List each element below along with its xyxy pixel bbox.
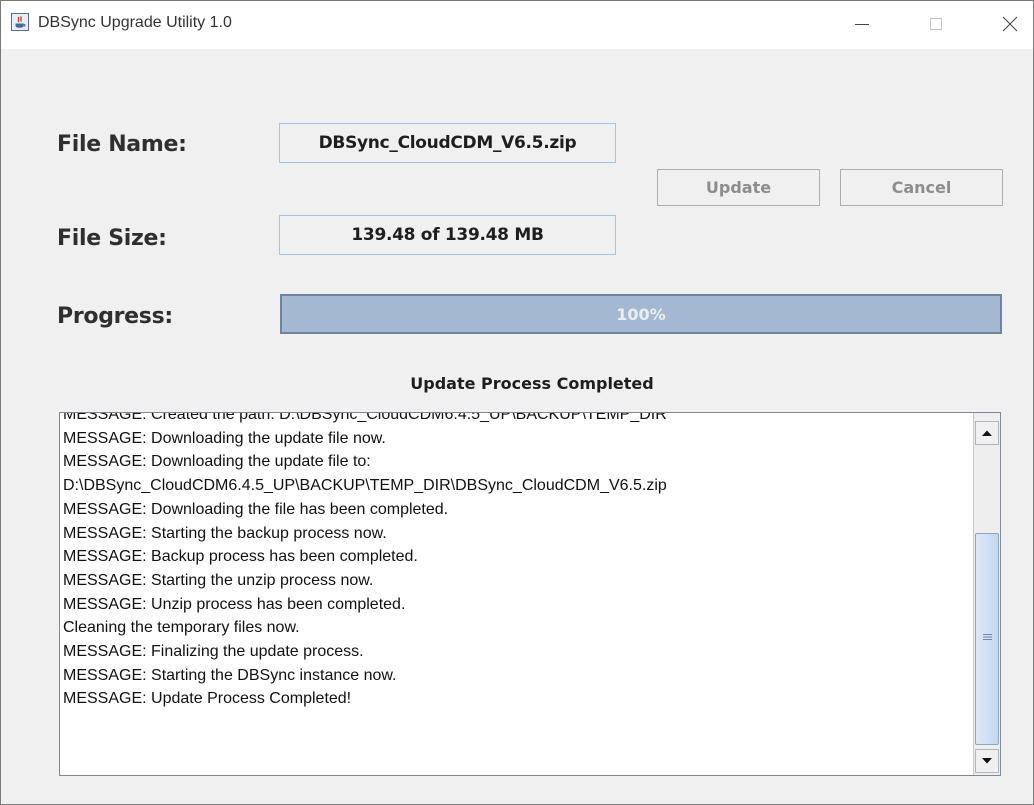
progress-bar: 100% <box>280 294 1002 334</box>
minimize-icon <box>855 24 869 25</box>
log-line: MESSAGE: Starting the DBSync instance no… <box>63 666 397 684</box>
app-window: DBSync Upgrade Utility 1.0 File Name: DB… <box>0 0 1034 805</box>
progress-label: Progress: <box>57 304 173 329</box>
log-line: Cleaning the temporary files now. <box>63 619 300 637</box>
scroll-up-button[interactable] <box>975 421 999 445</box>
maximize-icon <box>930 18 942 30</box>
close-icon <box>1002 16 1018 32</box>
log-line: MESSAGE: Created the path: D:\DBSync_Clo… <box>63 412 667 423</box>
update-button[interactable]: Update <box>657 169 820 206</box>
log-line: MESSAGE: Starting the unzip process now. <box>63 571 374 589</box>
log-text-area[interactable]: MESSAGE: Created the path: D:\DBSync_Clo… <box>59 412 1001 776</box>
arrow-up-icon <box>982 430 992 436</box>
log-lines: MESSAGE: Created the path: D:\DBSync_Clo… <box>63 412 973 711</box>
log-line: MESSAGE: Starting the backup process now… <box>63 524 387 542</box>
file-name-field: DBSync_CloudCDM_V6.5.zip <box>279 123 616 163</box>
file-name-label: File Name: <box>57 132 187 157</box>
log-line: D:\DBSync_CloudCDM6.4.5_UP\BACKUP\TEMP_D… <box>63 477 667 495</box>
log-line: MESSAGE: Backup process has been complet… <box>63 548 418 566</box>
close-button[interactable] <box>987 1 1033 47</box>
java-icon <box>11 13 29 31</box>
status-message: Update Process Completed <box>410 374 654 393</box>
cancel-button[interactable]: Cancel <box>840 169 1003 206</box>
progress-percent-text: 100% <box>616 304 666 324</box>
log-line: MESSAGE: Unzip process has been complete… <box>63 595 406 613</box>
log-line: MESSAGE: Update Process Completed! <box>63 690 352 708</box>
window-title: DBSync Upgrade Utility 1.0 <box>38 14 232 31</box>
log-line: MESSAGE: Finalizing the update process. <box>63 643 364 661</box>
arrow-down-icon <box>982 758 992 764</box>
scroll-down-button[interactable] <box>975 749 999 773</box>
file-size-field: 139.48 of 139.48 MB <box>279 215 616 255</box>
scroll-thumb[interactable] <box>975 533 999 745</box>
log-line: MESSAGE: Downloading the file has been c… <box>63 500 449 518</box>
maximize-button[interactable] <box>913 1 959 47</box>
log-scrollbar[interactable] <box>973 413 1000 775</box>
grip-icon <box>983 634 992 640</box>
log-line: MESSAGE: Downloading the update file now… <box>63 429 386 447</box>
file-size-label: File Size: <box>57 226 167 251</box>
title-bar[interactable]: DBSync Upgrade Utility 1.0 <box>1 1 1033 49</box>
minimize-button[interactable] <box>839 1 885 47</box>
log-line: MESSAGE: Downloading the update file to: <box>63 453 371 471</box>
